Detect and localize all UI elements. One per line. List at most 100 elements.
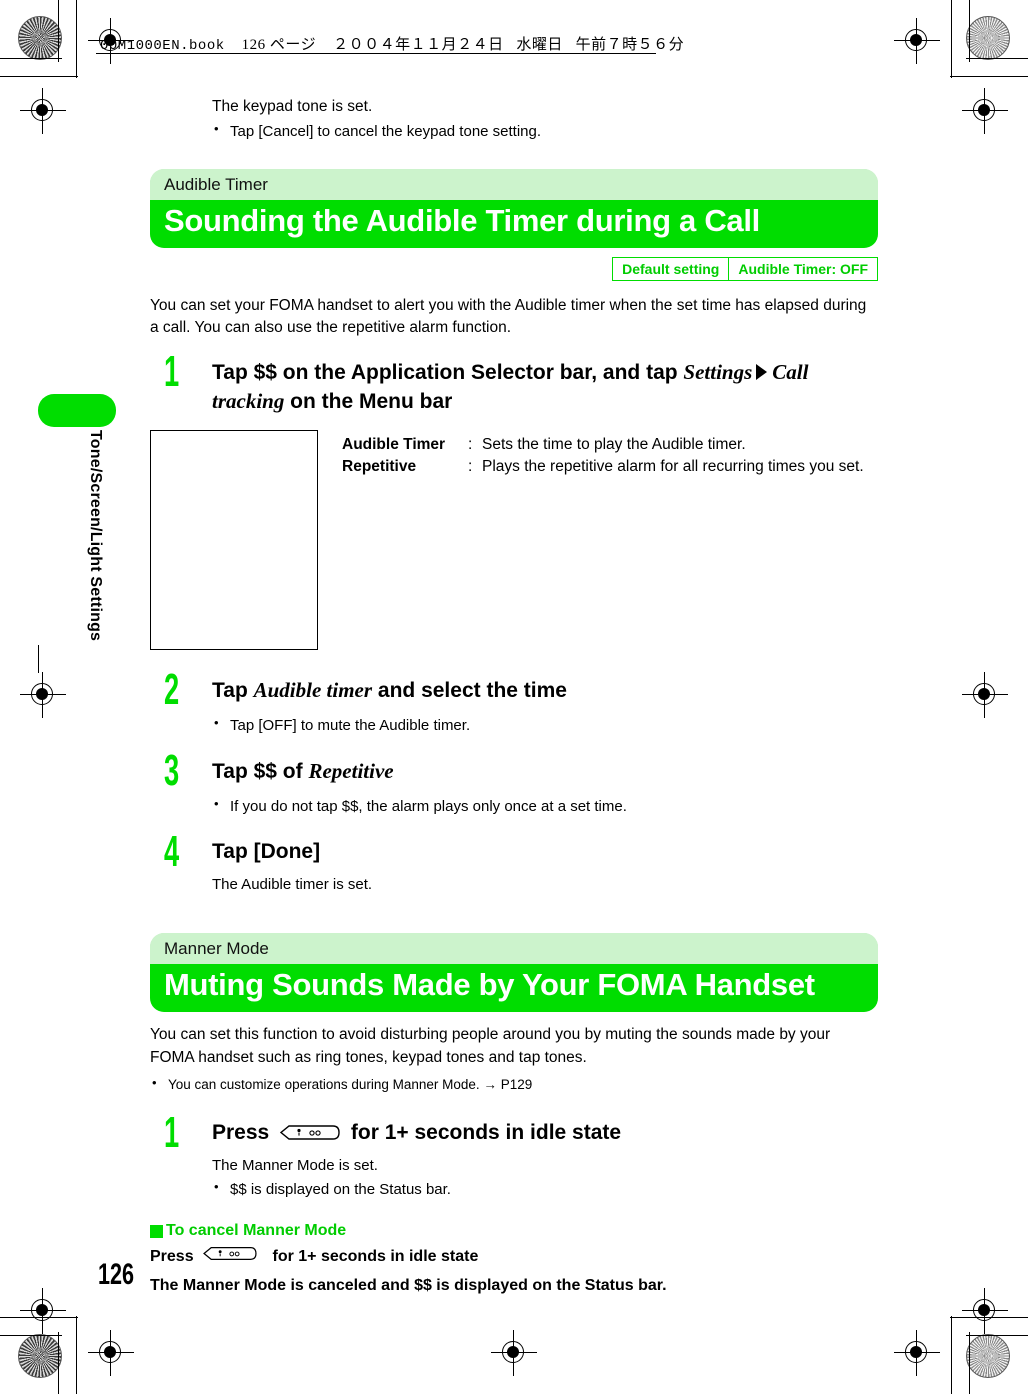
green-square-bullet-icon xyxy=(150,1224,163,1238)
section-title: Muting Sounds Made by Your FOMA Handset xyxy=(150,964,878,1013)
subsection-heading-cancel-manner-mode: To cancel Manner Mode xyxy=(150,1222,878,1240)
default-setting-row: Default setting Audible Timer: OFF xyxy=(150,256,878,281)
crop-line xyxy=(0,1317,78,1318)
field-description-table: Audible Timer : Sets the time to play th… xyxy=(342,430,864,650)
step-number: 1 xyxy=(164,346,180,396)
field-colon: : xyxy=(468,435,473,453)
step-heading-part1: Tap xyxy=(212,678,254,702)
list-item: You can customize operations during Mann… xyxy=(150,1074,878,1095)
section-category: Manner Mode xyxy=(150,933,878,965)
default-setting-value: Audible Timer: OFF xyxy=(738,260,868,277)
manual-page: 00M1000EN.book 126 ページ ２００４年１１月２４日 水曜日 午… xyxy=(0,0,1028,1394)
subsection-line-2: The Manner Mode is canceled and $$ is di… xyxy=(150,1277,667,1295)
crop-line xyxy=(969,1332,970,1394)
crosshair-mark-right-upper xyxy=(962,88,1008,134)
print-header-weekday: 水曜日 xyxy=(516,37,563,53)
crop-line xyxy=(0,1335,62,1336)
step-bullet-list: If you do not tap $$, the alarm plays on… xyxy=(212,795,878,818)
crop-line xyxy=(951,1316,952,1394)
starburst-mark-bottom-left xyxy=(18,1334,62,1378)
crosshair-mark-left-lower xyxy=(20,1288,66,1334)
print-header-filename: 00M1000EN.book xyxy=(100,38,225,54)
step-number: 4 xyxy=(164,826,180,876)
step-1: 1 Tap $$ on the Application Selector bar… xyxy=(150,349,878,416)
crop-line xyxy=(950,1317,1028,1318)
print-header-date: ２００４年１１月２４日 xyxy=(333,37,504,53)
starburst-mark-top-left xyxy=(18,16,62,60)
step-2: 2 Tap Audible timer and select the time … xyxy=(150,667,878,737)
step-heading: Press for 1+ seconds in idle state xyxy=(212,1119,878,1147)
subsection-line1-part2: for 1+ seconds in idle state xyxy=(268,1248,479,1266)
manner-step-1: 1 Press for 1+ seconds in idle state The… xyxy=(150,1110,878,1201)
side-rule xyxy=(38,645,39,673)
ui-label-settings: Settings xyxy=(683,359,753,384)
field-name: Repetitive xyxy=(342,458,417,476)
step-heading-part2: and select the time xyxy=(372,678,567,702)
default-setting-box: Default setting Audible Timer: OFF xyxy=(612,256,878,281)
list-item: Tap [Cancel] to cancel the keypad tone s… xyxy=(212,120,878,143)
starburst-mark-bottom-right xyxy=(966,1334,1010,1378)
crosshair-mark-bottom-right xyxy=(894,1330,940,1376)
section-title: Sounding the Audible Timer during a Call xyxy=(150,199,878,248)
section-header-manner-mode: Manner Mode Muting Sounds Made by Your F… xyxy=(150,933,878,1013)
step-number: 1 xyxy=(164,1107,180,1157)
starburst-mark-top-right xyxy=(966,16,1010,60)
subsection-line-1: Press for 1+ seconds in idle state xyxy=(150,1245,878,1269)
crop-line xyxy=(0,76,78,77)
list-item: $$ is displayed on the Status bar. xyxy=(212,1178,878,1201)
phone-key-icon xyxy=(279,1123,341,1142)
phone-key-icon xyxy=(202,1245,264,1264)
arrow-right-icon xyxy=(756,363,768,380)
field-colon: : xyxy=(468,458,473,476)
step-result-text: The Audible timer is set. xyxy=(212,875,373,893)
subsection-heading-text: To cancel Manner Mode xyxy=(166,1222,347,1240)
crosshair-mark-bottom-center xyxy=(491,1330,537,1376)
step-heading: Tap [Done] xyxy=(212,839,321,863)
field-description: Sets the time to play the Audible timer. xyxy=(482,435,746,453)
crosshair-mark-right-mid xyxy=(962,672,1008,718)
page-number: 126 xyxy=(98,1258,135,1291)
crop-line xyxy=(966,58,1028,59)
illustration-row: Audible Timer : Sets the time to play th… xyxy=(150,429,878,650)
step-heading-part2: on the Menu bar xyxy=(284,389,453,413)
section-category: Audible Timer xyxy=(150,168,878,200)
intro-line: The keypad tone is set. xyxy=(212,98,373,115)
carryover-intro: The keypad tone is set. Tap [Cancel] to … xyxy=(150,96,878,143)
step-heading-part1: Tap $$ of xyxy=(212,759,309,783)
field-name: Audible Timer xyxy=(342,435,446,453)
table-row: Repetitive : Plays the repetitive alarm … xyxy=(342,456,864,478)
step-bullet-list: Tap [OFF] to mute the Audible timer. xyxy=(212,714,878,737)
section-description: You can set this function to avoid distu… xyxy=(150,1026,831,1066)
chapter-tab-label: Tone/Screen/Light Settings xyxy=(87,430,104,642)
print-header-time: 午前７時５６分 xyxy=(575,37,685,53)
print-header: 00M1000EN.book 126 ページ ２００４年１１月２４日 水曜日 午… xyxy=(100,33,684,54)
step-4: 4 Tap [Done] The Audible timer is set. xyxy=(150,829,878,896)
crosshair-mark-left-mid xyxy=(20,672,66,718)
table-row: Audible Timer : Sets the time to play th… xyxy=(342,434,864,456)
step-heading: Tap $$ on the Application Selector bar, … xyxy=(212,358,878,416)
default-setting-label: Default setting xyxy=(613,257,730,280)
step-heading-part1: Tap $$ on the Application Selector bar, … xyxy=(212,360,684,384)
ui-label-audible-timer: Audible timer xyxy=(253,677,373,702)
subsection-line1-part1: Press xyxy=(150,1248,199,1266)
header-rule xyxy=(96,53,656,54)
step-number: 2 xyxy=(164,664,180,714)
step-heading: Tap $$ of Repetitive xyxy=(212,757,878,786)
step-3: 3 Tap $$ of Repetitive If you do not tap… xyxy=(150,748,878,818)
ui-label-repetitive: Repetitive xyxy=(308,758,394,783)
crop-line xyxy=(966,1335,1028,1336)
intro-bullet-list: Tap [Cancel] to cancel the keypad tone s… xyxy=(212,120,878,143)
content-column: The keypad tone is set. Tap [Cancel] to … xyxy=(150,96,878,1298)
crosshair-mark-top-right xyxy=(894,18,940,64)
crosshair-mark-bottom-left xyxy=(88,1330,134,1376)
crop-line xyxy=(0,58,62,59)
crop-line xyxy=(969,0,970,62)
list-item: If you do not tap $$, the alarm plays on… xyxy=(212,795,878,818)
print-header-page: 126 ページ xyxy=(241,37,317,53)
chapter-tab-marker xyxy=(38,394,116,427)
step-result-text: The Manner Mode is set. xyxy=(212,1156,378,1174)
section-header-audible-timer: Audible Timer Sounding the Audible Timer… xyxy=(150,168,878,248)
crosshair-mark-right-lower xyxy=(962,1288,1008,1334)
step-bullet-list: $$ is displayed on the Status bar. xyxy=(212,1178,878,1201)
step-heading-part1: Press xyxy=(212,1120,276,1144)
